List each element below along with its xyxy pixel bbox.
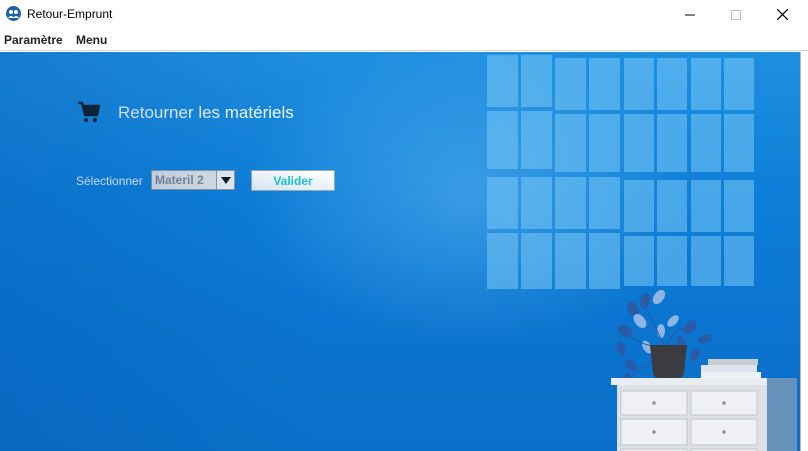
minimize-icon [685,14,695,15]
chevron-down-icon[interactable] [216,171,234,189]
app-window: Retour-Emprunt Paramètre Menu Retourner … [0,0,808,451]
cart-icon [78,101,101,122]
maximize-button[interactable] [713,0,759,29]
app-users-icon [6,6,21,21]
menu-bar: Paramètre Menu [0,29,808,51]
materiel-select[interactable]: Materil 2 [151,170,235,190]
content-panel: Retourner les matériels Sélectionner Mat… [0,52,800,451]
maximize-icon [731,9,741,20]
page-title: Retourner les matériels [118,103,294,122]
background-window-decoration [487,55,757,291]
title-bar: Retour-Emprunt [0,0,808,29]
menu-menu[interactable]: Menu [76,33,107,47]
close-icon [776,9,788,20]
select-label: Sélectionner [76,174,143,188]
valider-button-label: Valider [273,173,313,188]
plant-dresser-decoration [611,289,797,451]
menu-parametre[interactable]: Paramètre [4,33,63,47]
valider-button[interactable]: Valider [251,170,335,191]
materiel-select-value: Materil 2 [155,173,204,187]
close-button[interactable] [759,0,805,29]
window-title: Retour-Emprunt [27,7,113,21]
window-edge [800,52,808,451]
minimize-button[interactable] [667,0,713,29]
